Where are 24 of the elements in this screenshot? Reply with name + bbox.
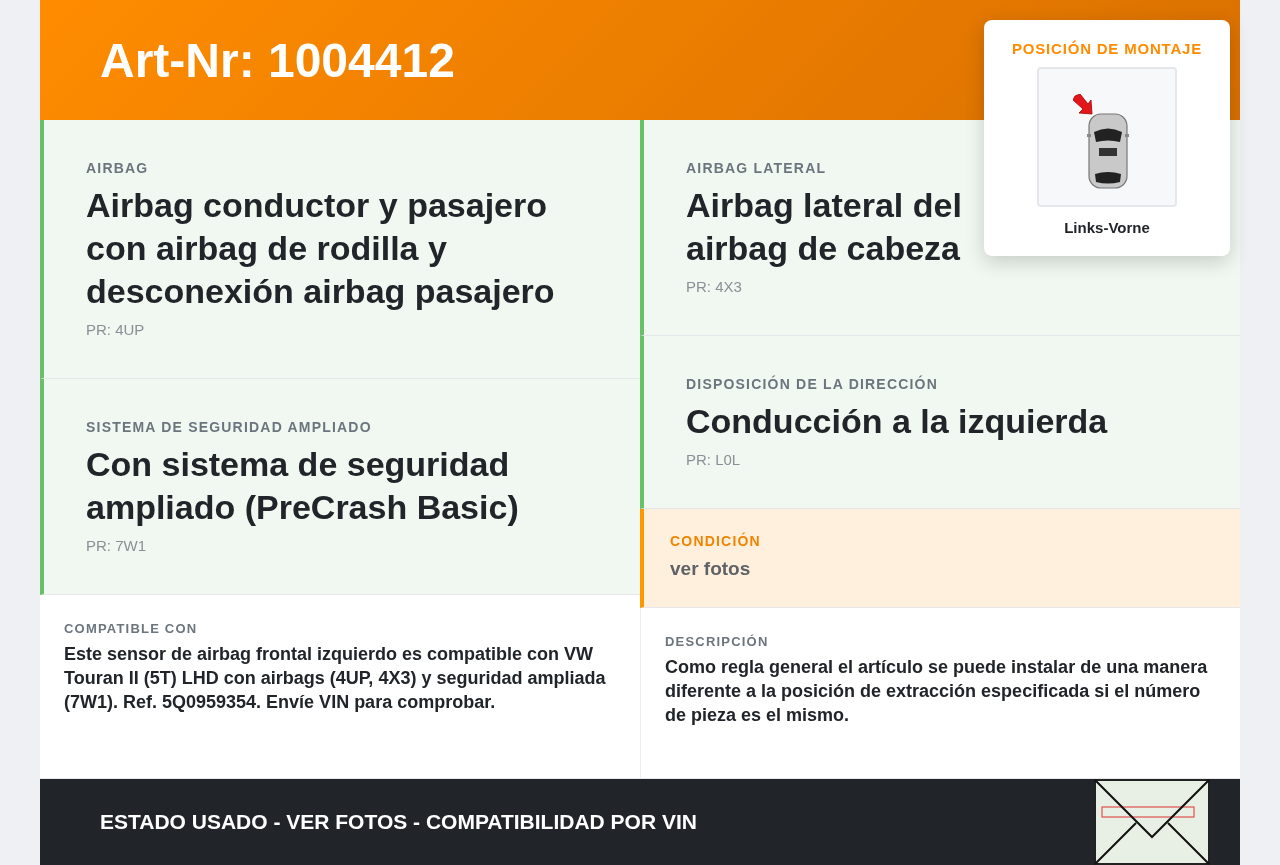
feature-label: AIRBAG bbox=[86, 160, 150, 176]
pr-code: PR: 4UP bbox=[86, 321, 146, 338]
section-label: COMPATIBLE CON bbox=[64, 621, 199, 636]
footer-text: ESTADO USADO - VER FOTOS - COMPATIBILIDAD POR VIN bbox=[100, 810, 697, 834]
section-label: DESCRIPCIÓN bbox=[665, 634, 770, 649]
section-text: Este sensor de airbag frontal izquierdo es compatible con VW Touran II (5T) LHD con airbags (4UP, 4X3) y seguridad ampliada (7W1). Ref. 5Q0959354. Envíe VIN para comprobar. bbox=[64, 643, 607, 714]
feature-value: Con sistema de seguridad ampliado (PreCrash Basic) bbox=[86, 444, 520, 528]
section-text: Como regla general el artículo se puede instalar de una manera diferente a la posición de extracción especificada si el número de pieza es el mismo. bbox=[665, 656, 1209, 727]
feature-label: DISPOSICIÓN DE LA DIRECCIÓN bbox=[686, 376, 939, 392]
pr-code: PR: 4X3 bbox=[686, 278, 743, 295]
mounting-position-value: Links-Vorne bbox=[1064, 219, 1150, 236]
feature-value: Airbag lateral del airbag de cabeza bbox=[686, 185, 963, 269]
pr-code: PR: L0L bbox=[686, 451, 742, 468]
feature-value: Conducción a la izquierda bbox=[686, 401, 1109, 442]
mounting-position-label: POSICIÓN DE MONTAJE bbox=[1012, 40, 1202, 57]
condition-value: ver fotos bbox=[670, 557, 752, 581]
condition-label: CONDICIÓN bbox=[670, 533, 762, 549]
feature-label: SISTEMA DE SEGURIDAD AMPLIADO bbox=[86, 419, 373, 435]
arrow-icon bbox=[1073, 94, 1093, 116]
pr-code: PR: 7W1 bbox=[86, 537, 147, 554]
article-number: Art-Nr: 1004412 bbox=[100, 32, 455, 88]
feature-label: AIRBAG LATERAL bbox=[686, 160, 828, 176]
car-icon bbox=[1087, 112, 1129, 190]
feature-value: Airbag conductor y pasajero con airbag de rodilla y desconexión airbag pasajero bbox=[86, 185, 556, 312]
